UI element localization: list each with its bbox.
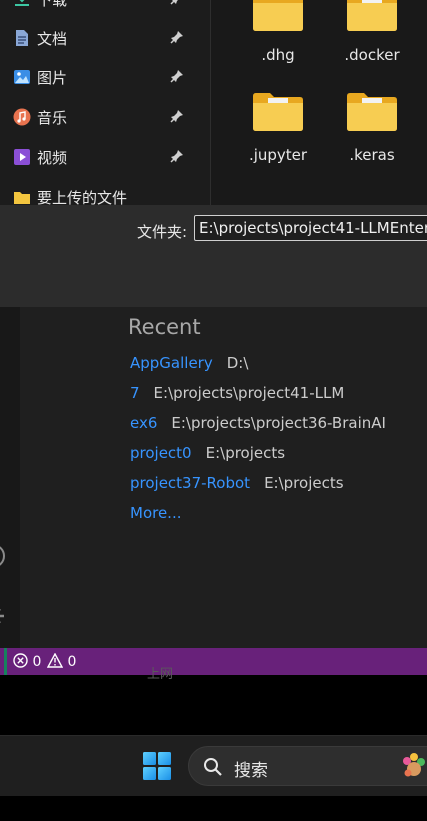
taskbar-search[interactable]: 搜索 (188, 746, 427, 786)
search-highlight-icon[interactable] (399, 751, 427, 781)
folder-name: .dhg (261, 46, 295, 64)
music-icon (13, 108, 31, 126)
nav-item-label: 图片 (37, 69, 68, 87)
pin-icon[interactable] (170, 30, 184, 44)
gear-icon[interactable] (0, 604, 7, 628)
recent-item-path: E:\projects\project36-BrainAI (171, 414, 386, 432)
search-placeholder: 搜索 (234, 761, 268, 781)
file-explorer-window: 下载 文档 图片 音乐 视频 要上传的文件 .dhg .docker .jupy… (0, 0, 427, 205)
folder-icon (347, 0, 397, 31)
error-icon (13, 653, 28, 668)
activity-bar (0, 307, 20, 648)
recent-item-path: D:\ (226, 354, 249, 372)
search-icon (204, 758, 222, 776)
background-text: 上网 (147, 667, 174, 682)
video-icon (14, 149, 30, 165)
pictures-icon (14, 70, 30, 84)
folder-keras[interactable]: .keras (332, 92, 412, 182)
pin-icon[interactable] (170, 0, 184, 5)
recent-item[interactable]: project0 E:\projects (130, 444, 285, 462)
folder-name: .keras (349, 146, 395, 164)
nav-item-documents[interactable]: 文档 (0, 18, 210, 58)
download-icon (15, 0, 29, 6)
recent-item-name[interactable]: ex6 (130, 414, 157, 432)
pin-icon[interactable] (170, 149, 184, 163)
navigation-pane: 下载 文档 图片 音乐 视频 要上传的文件 (0, 0, 210, 205)
nav-item-pictures[interactable]: 图片 (0, 57, 210, 97)
more-recent-link[interactable]: More... (130, 504, 182, 522)
nav-item-upload-folder[interactable]: 要上传的文件 (0, 177, 210, 205)
recent-item-name[interactable]: project0 (130, 444, 192, 462)
folder-label: 文件夹: (137, 223, 188, 241)
recent-item-name[interactable]: 7 (130, 384, 140, 402)
status-bar: 0 0 (0, 648, 427, 675)
recent-heading: Recent (128, 315, 201, 339)
recent-item[interactable]: project37-Robot E:\projects (130, 474, 344, 492)
nav-item-label: 音乐 (37, 109, 68, 127)
recent-item[interactable]: ex6 E:\projects\project36-BrainAI (130, 414, 386, 432)
windows-start-icon[interactable] (142, 751, 172, 781)
folder-select-bar: 文件夹: (0, 205, 427, 307)
warning-icon (46, 652, 64, 668)
folder-dhg[interactable]: .dhg (238, 0, 318, 82)
error-count: 0 (32, 654, 42, 670)
folder-icon (253, 93, 303, 131)
nav-item-label: 视频 (37, 149, 68, 167)
recent-item-path: E:\projects (264, 474, 344, 492)
taskbar: 搜索 (0, 735, 427, 796)
pin-icon[interactable] (170, 69, 184, 83)
remote-indicator[interactable] (4, 648, 7, 675)
nav-item-downloads[interactable]: 下载 (0, 0, 210, 19)
recent-item-path: E:\projects\project41-LLM (153, 384, 345, 402)
folder-icon (14, 192, 30, 204)
folder-name: .docker (344, 46, 400, 64)
folder-jupyter[interactable]: .jupyter (238, 92, 318, 182)
document-icon (16, 30, 28, 46)
welcome-page: Recent AppGallery D:\ 7 E:\projects\projec… (0, 307, 427, 648)
pin-icon[interactable] (170, 109, 184, 123)
recent-item[interactable]: AppGallery D:\ (130, 354, 248, 372)
folder-icon (347, 93, 397, 131)
folder-icon (253, 0, 303, 31)
nav-item-label: 下载 (37, 0, 68, 9)
warnings-indicator[interactable]: 0 (46, 652, 77, 670)
nav-item-label: 文档 (37, 30, 68, 48)
nav-item-music[interactable]: 音乐 (0, 97, 210, 137)
folder-path-input[interactable] (194, 215, 427, 241)
pane-divider (210, 0, 211, 205)
recent-item-path: E:\projects (205, 444, 286, 462)
recent-item-name[interactable]: project37-Robot (130, 474, 250, 492)
warning-count: 0 (67, 654, 77, 670)
account-icon[interactable] (0, 544, 7, 568)
folder-name: .jupyter (248, 146, 308, 164)
screen-bottom (0, 796, 427, 821)
nav-item-videos[interactable]: 视频 (0, 137, 210, 177)
recent-item[interactable]: 7 E:\projects\project41-LLM (130, 384, 344, 402)
errors-indicator[interactable]: 0 (13, 653, 41, 670)
nav-item-label: 要上传的文件 (37, 189, 128, 205)
recent-item-name[interactable]: AppGallery (130, 354, 213, 372)
folder-docker[interactable]: .docker (332, 0, 412, 82)
